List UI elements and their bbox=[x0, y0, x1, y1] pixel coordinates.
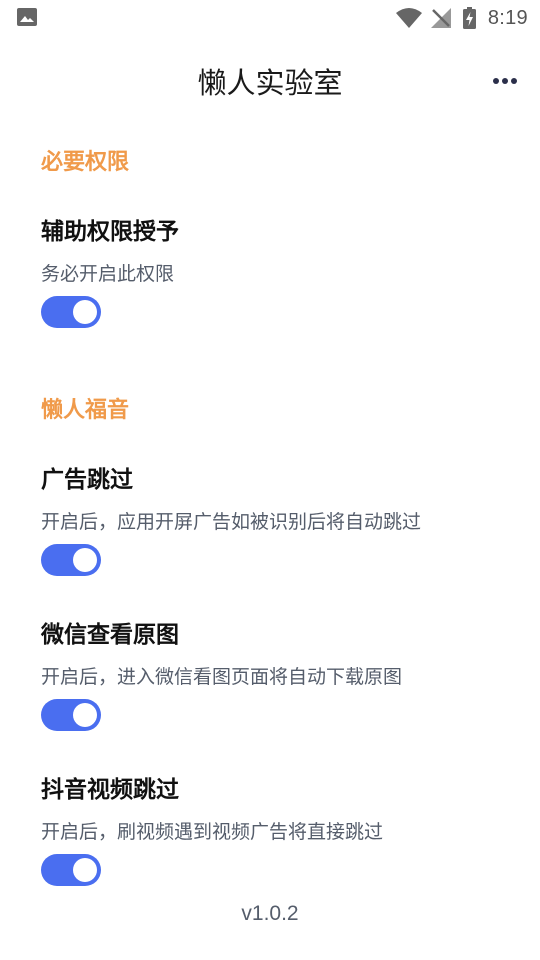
item-title-ad-skip: 广告跳过 bbox=[41, 467, 133, 493]
section-header-features: 懒人福音 bbox=[41, 398, 130, 423]
item-title-accessibility: 辅助权限授予 bbox=[41, 219, 179, 245]
toggle-knob bbox=[73, 858, 97, 882]
ad-skip-toggle[interactable] bbox=[41, 544, 101, 576]
version-label: v1.0.2 bbox=[241, 902, 299, 925]
item-desc-douyin-skip: 开启后，刷视频遇到视频广告将直接跳过 bbox=[41, 821, 384, 843]
item-desc-wechat-original: 开启后，进入微信看图页面将自动下载原图 bbox=[41, 666, 403, 688]
image-icon bbox=[17, 8, 37, 26]
toggle-knob bbox=[73, 548, 97, 572]
section-header-permissions: 必要权限 bbox=[41, 150, 130, 175]
item-desc-accessibility: 务必开启此权限 bbox=[41, 263, 175, 285]
toggle-knob bbox=[73, 703, 97, 727]
wifi-icon bbox=[395, 8, 422, 28]
more-options-button[interactable] bbox=[488, 62, 522, 96]
battery-charging-icon bbox=[462, 7, 476, 29]
status-icons: 8:19 bbox=[395, 0, 528, 36]
page-title: 懒人实验室 bbox=[197, 66, 343, 100]
item-title-wechat-original: 微信查看原图 bbox=[41, 622, 179, 648]
item-desc-ad-skip: 开启后，应用开屏广告如被识别后将自动跳过 bbox=[41, 511, 422, 533]
status-time: 8:19 bbox=[487, 6, 528, 29]
accessibility-toggle[interactable] bbox=[41, 296, 101, 328]
more-horizontal-icon bbox=[492, 70, 518, 89]
no-signal-icon bbox=[430, 8, 451, 28]
item-title-douyin-skip: 抖音视频跳过 bbox=[41, 777, 179, 803]
wechat-original-toggle[interactable] bbox=[41, 699, 101, 731]
app-bar: 懒人实验室 bbox=[0, 52, 540, 106]
toggle-knob bbox=[73, 300, 97, 324]
douyin-skip-toggle[interactable] bbox=[41, 854, 101, 886]
status-bar: 8:19 bbox=[0, 0, 540, 36]
